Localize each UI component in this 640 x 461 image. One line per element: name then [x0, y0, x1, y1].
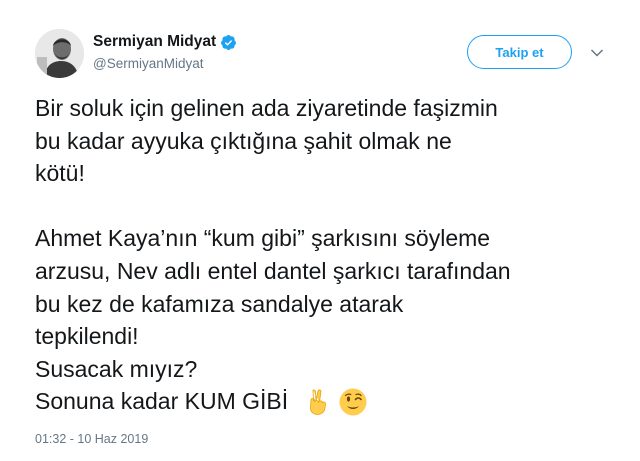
tweet-line: Ahmet Kaya’nın “kum gibi” şarkısını söyl… [35, 225, 491, 252]
tweet-line: tepkilendi! [35, 323, 139, 350]
tweet-line: Sonuna kadar KUM GİBİ [35, 388, 289, 415]
verified-badge-icon [220, 34, 237, 51]
winking-face-icon [338, 387, 368, 417]
chevron-down-icon[interactable] [590, 45, 604, 57]
user-avatar-icon [35, 29, 84, 78]
follow-button[interactable]: Takip et [467, 35, 572, 69]
user-handle[interactable]: @SermiyanMidyat [93, 56, 204, 71]
tweet-line: bu kadar ayyuka çıktığına şahit olmak ne [35, 127, 452, 154]
tweet-line: Bir soluk için gelinen ada ziyaretinde f… [35, 95, 498, 121]
tweet-timestamp[interactable]: 01:32 - 10 Haz 2019 [35, 432, 148, 446]
avatar[interactable] [35, 29, 84, 78]
tweet-line: bu kez de kafamıza sandalye atarak [35, 290, 404, 317]
tweet-text: Bir soluk için gelinen ada ziyaretinde f… [35, 92, 625, 418]
tweet-line: kötü! [35, 160, 85, 187]
tweet-line-break [35, 190, 625, 223]
tweet-line-with-emoji: Sonuna kadar KUM GİBİ [35, 385, 625, 418]
tweet-card: Sermiyan Midyat @SermiyanMidyat Takip et… [0, 0, 640, 461]
tweet-line: arzusu, Nev adlı entel dantel şarkıcı ta… [35, 257, 511, 284]
victory-hand-icon [302, 387, 332, 417]
tweet-line: Susacak mıyız? [35, 355, 198, 382]
display-name[interactable]: Sermiyan Midyat [93, 33, 237, 51]
display-name-text: Sermiyan Midyat [93, 33, 217, 50]
